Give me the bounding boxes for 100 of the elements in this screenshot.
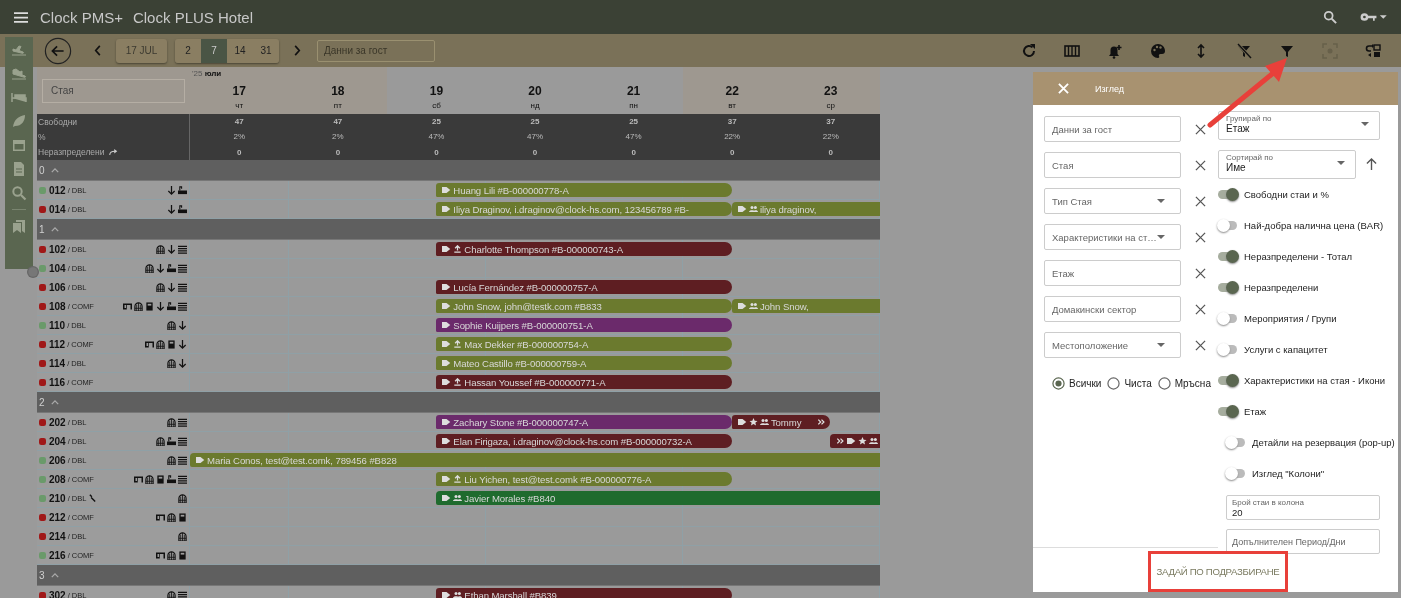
toggle-switch[interactable] xyxy=(1226,469,1245,478)
room-number[interactable]: 102 xyxy=(49,243,66,255)
range-button[interactable]: 31 xyxy=(253,38,279,63)
room-number[interactable]: 206 xyxy=(49,454,66,466)
booking-bar[interactable]: John Snow, xyxy=(731,299,880,313)
dropdown-icon[interactable] xyxy=(1157,199,1165,203)
room-number[interactable]: 112 xyxy=(49,338,66,350)
room-number[interactable]: 210 xyxy=(49,492,66,504)
booking-bar[interactable]: Liu Yichen, test@test.comk #B-000000776-A xyxy=(436,472,732,486)
range-button[interactable]: 7 xyxy=(201,38,227,63)
room-number[interactable]: 104 xyxy=(49,262,66,274)
room-number[interactable]: 202 xyxy=(49,416,66,428)
room-number[interactable]: 214 xyxy=(49,530,66,542)
cleanliness-radio[interactable]: Всички xyxy=(1052,377,1102,390)
toggle-switch[interactable] xyxy=(1218,252,1237,261)
arrival-icon[interactable] xyxy=(11,65,27,81)
toggle-switch[interactable] xyxy=(1218,221,1237,230)
group-by-select[interactable]: Групирай по Етаж xyxy=(1218,111,1380,140)
radio-icon[interactable] xyxy=(1052,377,1065,390)
toggle-switch[interactable] xyxy=(1218,407,1237,416)
extra-period-field[interactable]: Допълнителен Период/Дни xyxy=(1226,529,1380,554)
filter-field[interactable]: Характеристики на ст… xyxy=(1044,224,1181,250)
filter-off-icon[interactable] xyxy=(1236,42,1252,59)
range-button[interactable]: 2 xyxy=(175,38,201,63)
booking-bar[interactable]: Tommy xyxy=(731,415,831,429)
swap-icon[interactable] xyxy=(1365,42,1381,59)
clear-icon[interactable] xyxy=(1195,123,1206,135)
booking-bar[interactable]: Mateo Castillo #B-000000759-A xyxy=(436,356,732,370)
room-number[interactable]: 116 xyxy=(49,376,66,388)
previous-icon[interactable] xyxy=(94,45,102,56)
clear-icon[interactable] xyxy=(1195,231,1206,243)
clear-icon[interactable] xyxy=(1195,159,1206,171)
toggle-switch[interactable] xyxy=(1218,345,1237,354)
document-icon[interactable] xyxy=(11,161,27,177)
palette-icon[interactable] xyxy=(1150,42,1166,59)
booking-bar[interactable]: Zachary Stone #B-000000747-A xyxy=(436,415,732,429)
booking-bar[interactable]: John Snow, john@testk.com #B833 xyxy=(436,299,732,313)
dropdown-icon[interactable] xyxy=(1337,161,1345,165)
booking-bar[interactable] xyxy=(830,434,880,448)
room-number[interactable]: 012 xyxy=(49,184,66,196)
guest-search-field[interactable]: Данни за гост xyxy=(317,39,435,62)
room-number[interactable]: 014 xyxy=(49,203,66,215)
collapse-icon[interactable] xyxy=(50,226,59,232)
filter-field[interactable]: Етаж xyxy=(1044,260,1181,286)
collapse-icon[interactable] xyxy=(50,399,59,405)
clear-icon[interactable] xyxy=(1195,339,1206,351)
booking-bar[interactable]: Elan Firigaza, i.draginov@clock-hs.com #B-000000732-A xyxy=(436,434,732,448)
menu-icon[interactable] xyxy=(14,11,28,23)
booking-bar[interactable]: Javier Morales #B840 xyxy=(436,491,880,505)
dropdown-icon[interactable] xyxy=(1157,343,1165,347)
booking-bar[interactable]: Lucía Fernández #B-000000757-A xyxy=(436,280,732,294)
refresh-icon[interactable] xyxy=(1021,42,1037,59)
booking-bar[interactable]: Maria Conos, test@test.comk, 789456 #B828 xyxy=(190,453,880,467)
back-icon[interactable] xyxy=(44,36,72,65)
booking-bar[interactable]: Charlotte Thompson #B-000000743-A xyxy=(436,242,732,256)
sort-ascending-icon[interactable] xyxy=(1366,158,1377,171)
clear-icon[interactable] xyxy=(1195,195,1206,207)
search-icon[interactable] xyxy=(1323,10,1337,24)
radio-icon[interactable] xyxy=(1157,377,1171,390)
bell-plus-icon[interactable] xyxy=(1107,42,1123,59)
next-icon[interactable] xyxy=(293,45,301,56)
room-number[interactable]: 110 xyxy=(49,319,66,331)
key-icon[interactable] xyxy=(1359,11,1387,23)
room-number[interactable]: 108 xyxy=(49,300,66,312)
toggle-switch[interactable] xyxy=(1218,190,1237,199)
filter-field[interactable]: Местоположение xyxy=(1044,332,1181,358)
booking-bar[interactable]: Iliya Draginov, i.draginov@clock-hs.com, 123456789 #B- xyxy=(436,202,732,216)
cleanliness-radio[interactable]: Чиста xyxy=(1107,377,1152,390)
collapse-icon[interactable] xyxy=(50,572,59,578)
leaf-icon[interactable] xyxy=(11,113,27,129)
cleanliness-radio[interactable]: Мръсна xyxy=(1157,377,1211,390)
dropdown-icon[interactable] xyxy=(1361,122,1369,126)
clear-icon[interactable] xyxy=(1195,303,1206,315)
share-icon[interactable] xyxy=(108,148,118,157)
filter-field[interactable]: Данни за гост xyxy=(1044,116,1181,142)
booking-bar[interactable]: Hassan Youssef #B-000000771-A xyxy=(436,375,732,389)
calendar-icon[interactable] xyxy=(11,137,27,153)
rooms-per-column-field[interactable]: Брой стаи в колона 20 xyxy=(1226,495,1380,520)
filter-field[interactable]: Домакински сектор xyxy=(1044,296,1181,322)
toggle-switch[interactable] xyxy=(1218,314,1237,323)
room-number[interactable]: 208 xyxy=(49,473,66,485)
toggle-switch[interactable] xyxy=(1226,438,1245,447)
sort-by-select[interactable]: Сортирай по Име xyxy=(1218,150,1356,179)
room-number[interactable]: 114 xyxy=(49,357,66,369)
toggle-switch[interactable] xyxy=(1218,376,1237,385)
close-icon[interactable] xyxy=(1058,83,1069,94)
booking-bar[interactable]: Max Dekker #B-000000754-A xyxy=(436,337,732,351)
toggle-switch[interactable] xyxy=(1218,283,1237,292)
booking-bar[interactable]: iliya draginov, xyxy=(731,202,880,216)
booking-bar[interactable]: Sophie Kuijpers #B-000000751-A xyxy=(436,318,732,332)
columns-icon[interactable] xyxy=(1064,42,1080,59)
filter-field[interactable]: Стая xyxy=(1044,152,1181,178)
dropdown-icon[interactable] xyxy=(1157,235,1165,239)
clear-icon[interactable] xyxy=(1195,267,1206,279)
bookmark-icon[interactable] xyxy=(11,218,27,234)
booking-bar[interactable]: Ethan Marshall #B839 xyxy=(436,588,732,598)
room-search-field[interactable]: Стая xyxy=(42,78,185,103)
room-number[interactable]: 302 xyxy=(49,589,66,598)
booking-bar[interactable]: Huang Lili #B-000000778-A xyxy=(436,183,732,197)
room-number[interactable]: 212 xyxy=(49,511,66,523)
